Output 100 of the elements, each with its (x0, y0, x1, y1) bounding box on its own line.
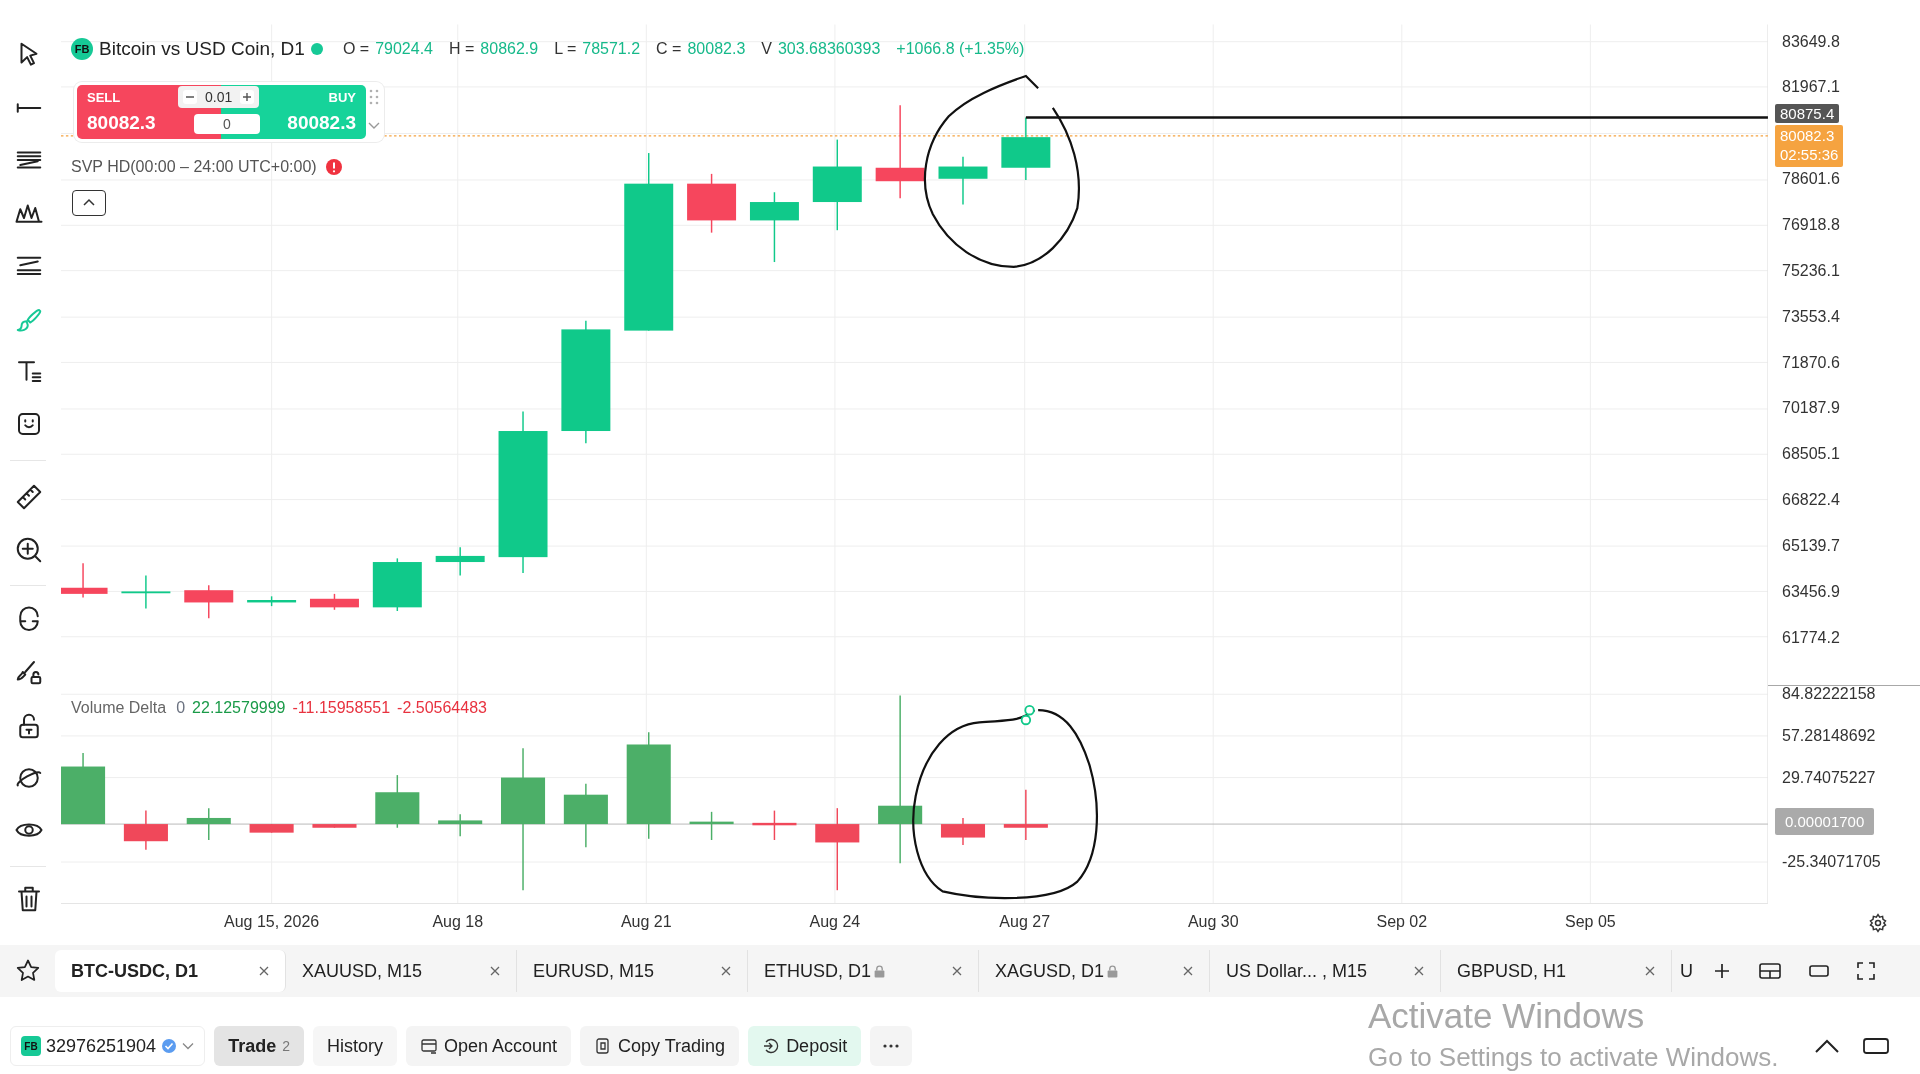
copy-button[interactable]: Copy Trading (580, 1026, 740, 1066)
chevron-down-icon[interactable] (367, 120, 381, 130)
drag-handle-icon[interactable] (369, 89, 379, 105)
date-label: Aug 24 (809, 913, 861, 931)
chart-tab[interactable]: GBPUSD, H1 (1441, 950, 1672, 992)
price-label: 73553.4 (1782, 307, 1840, 326)
price-label: 68505.1 (1782, 445, 1840, 464)
candle (121, 574, 171, 610)
candle (61, 562, 108, 599)
drawing-handle[interactable] (1020, 705, 1035, 726)
chart-tab[interactable]: EURUSD, M15 (517, 950, 748, 992)
volume-bar (186, 807, 231, 841)
tab-button[interactable]: Trade 2 (214, 1026, 304, 1066)
minus-icon[interactable] (183, 90, 197, 104)
chart-tab[interactable]: U (1672, 960, 1708, 982)
indicator-value: -2.50564483 (397, 699, 487, 717)
date-label: Aug 18 (432, 913, 484, 931)
price-label: 71870.6 (1782, 353, 1840, 372)
plus-icon[interactable] (240, 90, 255, 104)
settings-icon[interactable] (1868, 913, 1888, 933)
volume-bar (563, 782, 608, 849)
tab-button[interactable]: History (312, 1026, 397, 1066)
volume-bar (1003, 789, 1048, 841)
activation-notice-text: Go to Settings to activate Windows. (1368, 1042, 1779, 1073)
candle (938, 156, 988, 206)
account-selector[interactable]: FB 32976251904 (10, 1026, 206, 1066)
layout-icon[interactable] (1758, 961, 1782, 981)
account-button[interactable]: Open Account (405, 1026, 572, 1066)
tab-label[interactable]: XAGUSD, D1 (995, 960, 1105, 982)
close-icon[interactable] (719, 964, 733, 978)
add-icon[interactable] (1712, 961, 1732, 981)
close-icon[interactable] (1643, 964, 1657, 978)
volume-bar (940, 817, 986, 846)
tab-label[interactable]: GBPUSD, H1 (1457, 960, 1567, 982)
chart-tab[interactable]: BTC-USDC, D1 (55, 950, 286, 992)
tab-label[interactable]: BTC-USDC, D1 (71, 960, 198, 982)
ohlc-label: V (761, 40, 772, 58)
value-label: -25.34071705 (1782, 852, 1881, 871)
close-icon[interactable] (257, 964, 271, 978)
price-change: +1066.8 (+1.35%) (896, 40, 1025, 58)
tab-label[interactable]: XAUUSD, M15 (302, 960, 423, 982)
deposit-icon[interactable] (762, 1037, 781, 1055)
volume-bar (752, 809, 797, 841)
date-label: Sep 05 (1565, 913, 1616, 931)
ohlc-value: 80862.9 (480, 40, 539, 58)
deposit-button[interactable]: Deposit (748, 1026, 862, 1066)
price-label: 63456.9 (1782, 582, 1840, 601)
ohlc-value: 79024.4 (375, 40, 433, 58)
close-icon[interactable] (1412, 964, 1426, 978)
value-label: 57.28148692 (1782, 727, 1876, 746)
candle (749, 191, 799, 263)
date-label: Sep 02 (1376, 913, 1428, 931)
chart-tab[interactable]: XAGUSD, D1 (979, 950, 1210, 992)
ohlc-value: 78571.2 (582, 40, 641, 58)
spread-value: 0 (194, 114, 260, 134)
activation-notice-title: Activate Windows (1368, 996, 1646, 1036)
indicator-label: SVP HD(00:00 – 24:00 UTC+0:00) (71, 158, 317, 176)
chart-tab[interactable]: XAUUSD, M15 (286, 950, 517, 992)
card-icon[interactable] (419, 1037, 438, 1055)
price-label: 65139.7 (1782, 536, 1840, 555)
volume-bar (375, 774, 420, 829)
candle (687, 173, 737, 234)
close-icon[interactable] (488, 964, 502, 978)
alert-icon[interactable] (324, 158, 343, 176)
quantity-stepper[interactable]: 0.01 (178, 86, 260, 108)
countdown-timer: 02:55:36 (1780, 145, 1839, 164)
collapse-button[interactable] (72, 190, 106, 216)
date-label: Aug 27 (999, 913, 1051, 931)
tab-label[interactable]: US Dollar... , M15 (1226, 960, 1368, 982)
value-label: 29.74075227 (1782, 769, 1876, 788)
current-price: 80082.3 (1780, 126, 1836, 145)
more-icon[interactable] (882, 1043, 901, 1049)
value-marker: 0.00001700 (1775, 808, 1875, 835)
close-icon[interactable] (1181, 964, 1195, 978)
panel-icon[interactable] (1862, 1036, 1890, 1056)
tab-label[interactable]: ETHUSD, D1 (764, 960, 871, 982)
candle (184, 584, 234, 620)
tab-label[interactable]: EURUSD, M15 (533, 960, 655, 982)
chart-tab[interactable]: ETHUSD, D1 (748, 950, 979, 992)
indicator-value: -11.15958551 (292, 699, 391, 717)
price-label: 70187.9 (1782, 399, 1840, 418)
chevron-up-icon[interactable] (82, 198, 96, 208)
ohlc-label: L = (554, 40, 577, 58)
close-icon[interactable] (950, 964, 964, 978)
price-label: 66822.4 (1782, 491, 1840, 510)
symbol-badge: FB (71, 38, 93, 60)
chart-tab[interactable]: US Dollar... , M15 (1210, 950, 1441, 992)
volume-bar (249, 823, 294, 834)
date-label: Aug 21 (620, 913, 672, 931)
chevron-up-icon[interactable] (1814, 1038, 1840, 1054)
ohlc-value: 303.68360393 (777, 40, 881, 58)
date-label: Aug 15, 2026 (224, 913, 320, 931)
ohlc-label: O = (342, 40, 370, 58)
candle (247, 595, 297, 607)
chevron-down-icon[interactable] (182, 1042, 195, 1050)
price-label: 78601.6 (1782, 170, 1840, 189)
price-marker: 80875.4 (1775, 104, 1840, 123)
fullscreen-icon[interactable] (1856, 961, 1876, 981)
indicator-value: 22.12579999 (192, 699, 286, 717)
volume-bar (312, 823, 357, 829)
